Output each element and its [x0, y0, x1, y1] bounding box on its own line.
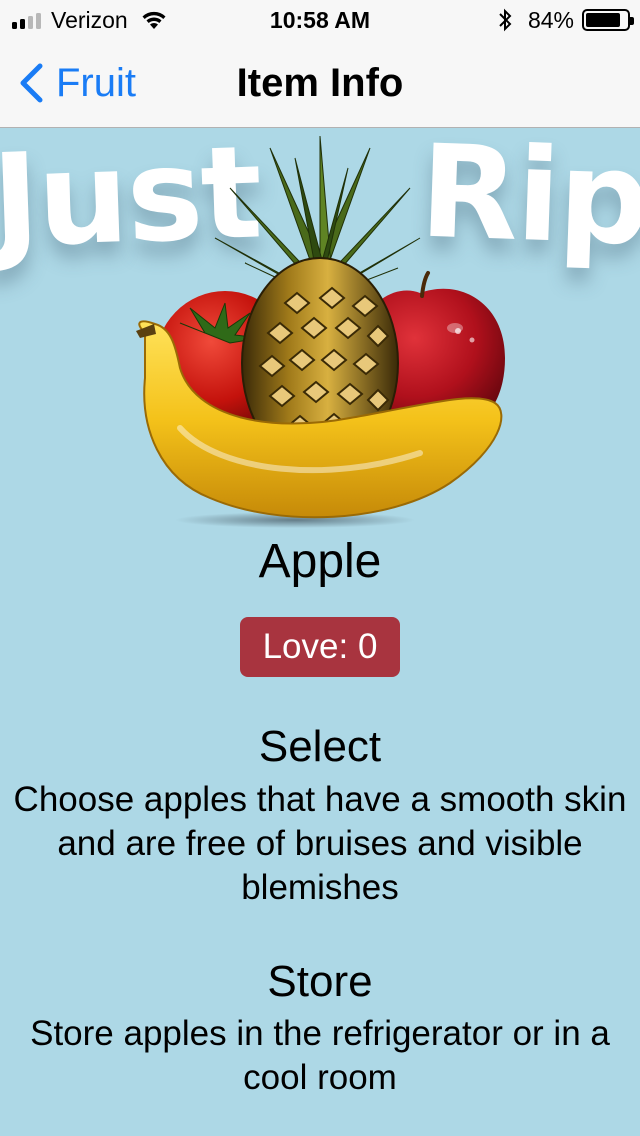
navigation-bar: Fruit Item Info	[0, 40, 640, 128]
love-button[interactable]: Love: 0	[240, 617, 400, 677]
battery-percent: 84%	[527, 6, 574, 33]
store-heading: Store	[267, 957, 373, 1006]
battery-icon	[582, 9, 634, 31]
bluetooth-icon	[499, 8, 512, 32]
status-bar: Verizon 10:58 AM 84%	[0, 0, 640, 40]
select-description: Choose apples that have a smooth skin an…	[13, 780, 627, 907]
select-heading: Select	[258, 722, 382, 771]
fruit-illustration	[136, 135, 505, 528]
hero-banner: Just Ripe	[0, 118, 640, 528]
store-description: Store apples in the refrigerator or in a…	[30, 1014, 610, 1097]
status-right: 84%	[498, 6, 634, 34]
page-title: Item Info	[236, 61, 404, 105]
item-name: Apple	[258, 535, 382, 588]
